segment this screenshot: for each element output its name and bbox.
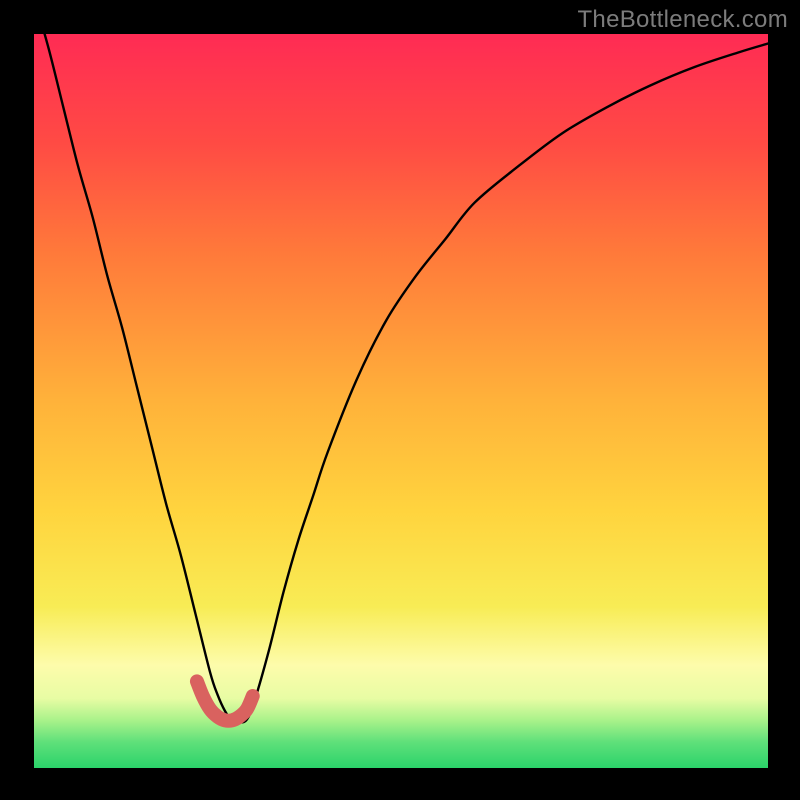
gradient-background: [34, 34, 768, 768]
outer-frame: TheBottleneck.com: [0, 0, 800, 800]
bottleneck-chart: [34, 34, 768, 768]
plot-area: [34, 34, 768, 768]
watermark-text: TheBottleneck.com: [577, 6, 788, 34]
